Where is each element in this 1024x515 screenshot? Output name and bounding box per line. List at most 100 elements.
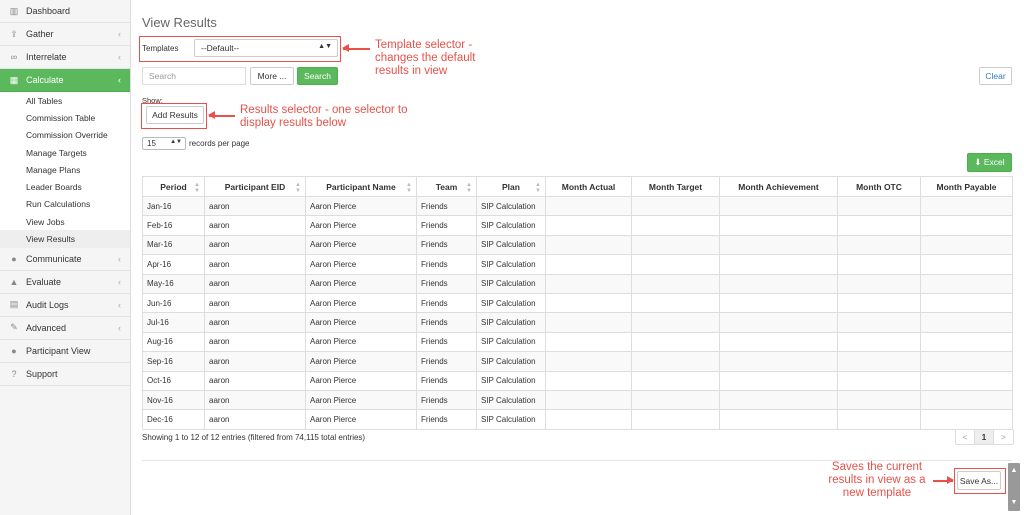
- table-cell: [545, 273, 632, 294]
- submenu-item-manage-targets[interactable]: Manage Targets: [0, 144, 130, 161]
- column-header-team[interactable]: Team ▲ ▼: [416, 176, 477, 197]
- sidebar-item-audit-logs[interactable]: ▤ Audit Logs ‹: [0, 293, 130, 317]
- table-cell: Friends: [416, 273, 477, 294]
- chevron-left-icon: ‹: [118, 276, 121, 287]
- table-cell: Nov-16: [142, 389, 205, 411]
- table-cell: [920, 292, 1013, 314]
- sidebar-item-participant-view[interactable]: ● Participant View: [0, 339, 130, 363]
- column-header-month-actual[interactable]: Month Actual: [545, 176, 632, 197]
- sidebar-item-label: Communicate: [26, 253, 82, 264]
- records-per-page-value: 15: [147, 139, 156, 148]
- column-header-label: Month Target: [648, 181, 703, 192]
- table-cell: [837, 234, 921, 256]
- sidebar-item-label: Interrelate: [26, 52, 67, 62]
- main-content: View Results Templates --Default-- ▲▼ Se…: [142, 0, 1014, 515]
- search-input[interactable]: Search: [142, 67, 246, 85]
- table-cell: SIP Calculation: [476, 351, 546, 372]
- table-cell: [631, 331, 720, 353]
- results-table: Period ▲ ▼ Participant EID ▲ ▼ Participant Nam…: [142, 176, 1013, 430]
- sidebar-item-label: Participant View: [26, 345, 91, 356]
- table-cell: Aaron Pierce: [305, 370, 417, 391]
- table-cell: Friends: [416, 351, 477, 372]
- sort-icon: ▲ ▼: [535, 182, 541, 194]
- sidebar-item-calculate[interactable]: ▦ Calculate ‹: [0, 69, 130, 92]
- column-header-month-achievement[interactable]: Month Achievement: [719, 176, 838, 197]
- submenu-item-all-tables[interactable]: All Tables: [0, 92, 130, 109]
- sidebar-item-interrelate[interactable]: ∞ Interrelate ‹: [0, 46, 130, 69]
- table-cell: [719, 409, 838, 430]
- chevron-left-icon: ‹: [118, 322, 121, 333]
- table-cell: Feb-16: [142, 215, 205, 236]
- submenu-item-commission-override[interactable]: Commission Override: [0, 127, 130, 144]
- table-cell: [837, 351, 921, 372]
- table-cell: [545, 254, 632, 275]
- submenu-item-commission-table[interactable]: Commission Table: [0, 109, 130, 126]
- prev-page-button[interactable]: <: [956, 430, 975, 444]
- column-header-label: Period: [160, 181, 187, 192]
- sidebar-item-dashboard[interactable]: ▥ Dashboard: [0, 0, 130, 23]
- records-per-page-select[interactable]: 15 ▲▼: [142, 137, 186, 150]
- table-cell: Friends: [416, 254, 477, 275]
- more-button[interactable]: More ...: [250, 67, 294, 85]
- sidebar-item-gather[interactable]: ⇪ Gather ‹: [0, 23, 130, 46]
- column-header-participant-eid[interactable]: Participant EID ▲ ▼: [204, 176, 306, 197]
- thumbs-up-icon: ▲: [9, 276, 19, 287]
- sidebar-item-support[interactable]: ? Support: [0, 362, 130, 386]
- submenu-item-run-calculations[interactable]: Run Calculations: [0, 196, 130, 213]
- sidebar-item-label: Support: [26, 368, 58, 379]
- scroll-control[interactable]: ▲ ▼: [1008, 463, 1020, 511]
- bar-chart-icon: ▥: [9, 5, 19, 16]
- column-header-label: Month Payable: [936, 181, 997, 192]
- table-cell: [545, 351, 632, 372]
- column-header-plan[interactable]: Plan ▲ ▼: [476, 176, 546, 197]
- sidebar-item-communicate[interactable]: ● Communicate ‹: [0, 247, 130, 271]
- table-cell: Apr-16: [142, 254, 205, 275]
- column-header-participant-name[interactable]: Participant Name ▲ ▼: [305, 176, 417, 197]
- table-cell: [631, 351, 720, 372]
- table-cell: SIP Calculation: [476, 254, 546, 275]
- sidebar-item-advanced[interactable]: ✎ Advanced ‹: [0, 316, 130, 340]
- table-row: May-16 aaron Aaron Pierce Friends SIP Calcul…: [142, 273, 1013, 294]
- table-cell: [837, 292, 921, 314]
- table-cell: [631, 312, 720, 333]
- scroll-down-icon[interactable]: ▼: [1008, 495, 1020, 511]
- table-cell: Sep-16: [142, 351, 205, 372]
- column-header-period[interactable]: Period ▲ ▼: [142, 176, 205, 197]
- page-1-button[interactable]: 1: [975, 430, 994, 444]
- clear-button[interactable]: Clear: [979, 67, 1012, 85]
- table-icon: ▦: [9, 74, 19, 85]
- excel-export-button[interactable]: ⬇ Excel: [967, 153, 1012, 172]
- table-cell: [920, 409, 1013, 430]
- table-cell: Aaron Pierce: [305, 409, 417, 430]
- scroll-up-icon[interactable]: ▲: [1008, 463, 1020, 479]
- submenu-item-view-results[interactable]: View Results: [0, 230, 130, 248]
- table-cell: Aug-16: [142, 331, 205, 353]
- save-as-highlight: [954, 468, 1006, 494]
- table-cell: [545, 312, 632, 333]
- table-cell: [719, 292, 838, 314]
- table-cell: [837, 254, 921, 275]
- next-page-button[interactable]: >: [994, 430, 1013, 444]
- table-cell: [920, 234, 1013, 256]
- table-cell: [837, 409, 921, 430]
- table-cell: Aaron Pierce: [305, 215, 417, 236]
- table-cell: [631, 234, 720, 256]
- updown-caret-icon: ▲▼: [170, 139, 182, 145]
- chevron-left-icon: ‹: [118, 75, 121, 85]
- column-header-month-payable[interactable]: Month Payable: [920, 176, 1013, 197]
- sort-icon: ▲ ▼: [466, 182, 472, 194]
- search-button[interactable]: Search: [297, 67, 338, 85]
- table-cell: [719, 389, 838, 411]
- submenu-item-manage-plans[interactable]: Manage Plans: [0, 161, 130, 178]
- table-cell: [920, 370, 1013, 391]
- table-cell: [719, 215, 838, 236]
- column-header-month-target[interactable]: Month Target: [631, 176, 720, 197]
- submenu-item-leader-boards[interactable]: Leader Boards: [0, 178, 130, 195]
- column-header-month-otc[interactable]: Month OTC: [837, 176, 921, 197]
- calculate-submenu: All Tables Commission Table Commission Ove…: [0, 92, 130, 248]
- submenu-item-view-jobs[interactable]: View Jobs: [0, 213, 130, 230]
- table-cell: SIP Calculation: [476, 389, 546, 411]
- table-cell: Friends: [416, 409, 477, 430]
- table-row: Mar-16 aaron Aaron Pierce Friends SIP Calcul…: [142, 234, 1013, 256]
- sidebar-item-evaluate[interactable]: ▲ Evaluate ‹: [0, 270, 130, 294]
